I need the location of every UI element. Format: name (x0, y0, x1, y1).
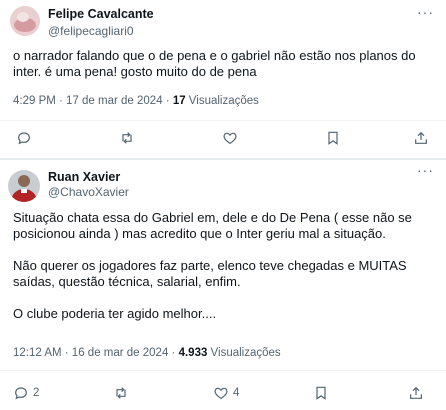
tweet-text-line: posicionou ainda ) mas acredito que o In… (13, 226, 386, 241)
timestamp-row: 12:12 AM · 16 de mar de 2024 · 4.933 Vis… (13, 347, 281, 359)
tweet-text-line: Situação chata essa do Gabriel em, dele … (13, 210, 412, 225)
reply-icon (18, 132, 30, 145)
reply-count: 2 (33, 387, 40, 399)
tweet-text-line: inter. é uma pena! gosto muito do de pen… (13, 64, 257, 79)
views-label: Visualizações (207, 347, 281, 359)
retweet-icon (122, 132, 132, 144)
like-button[interactable]: 4 (213, 385, 239, 401)
tweet-text: Situação chata essa do Gabriel em, dele … (13, 210, 438, 322)
share-icon (410, 386, 422, 399)
reply-button[interactable]: 2 (13, 385, 39, 401)
handle[interactable]: @felipecagliari0 (48, 24, 134, 38)
like-count: 4 (233, 387, 240, 399)
tweet-ruan[interactable]: Ruan Xavier @ChavoXavier ··· Situação ch… (0, 160, 446, 410)
tweet-text: o narrador falando que o de pena e o gab… (13, 48, 438, 80)
reply-icon (15, 387, 27, 400)
retweet-icon (116, 387, 126, 399)
tweet-text-line: Não querer os jogadores faz parte, elenc… (13, 258, 407, 273)
divider (0, 120, 446, 121)
timestamp-row: 4:29 PM · 17 de mar de 2024 · 17 Visuali… (13, 95, 259, 107)
avatar[interactable] (8, 170, 40, 202)
display-name[interactable]: Ruan Xavier (48, 170, 120, 184)
retweet-button[interactable] (113, 385, 129, 401)
avatar[interactable] (10, 6, 40, 36)
reply-button[interactable] (16, 130, 32, 146)
bookmark-button[interactable] (325, 130, 341, 146)
views-count: 17 (172, 95, 186, 107)
heart-icon (214, 387, 228, 400)
timestamp[interactable]: 12:12 AM · 16 de mar de 2024 · (13, 347, 179, 359)
display-name[interactable]: Felipe Cavalcante (48, 7, 154, 21)
heart-icon (223, 132, 237, 145)
like-button[interactable] (222, 130, 238, 146)
retweet-button[interactable] (119, 130, 135, 146)
more-icon[interactable]: ··· (417, 4, 434, 20)
more-icon[interactable]: ··· (417, 162, 434, 178)
tweet-text-line: o narrador falando que o de pena e o gab… (13, 48, 416, 63)
views-count: 4.933 (178, 347, 208, 359)
tweet-felipe[interactable]: Felipe Cavalcante @felipecagliari0 ··· o… (0, 0, 446, 158)
bookmark-icon (316, 386, 326, 400)
views-label: Visualizações (185, 95, 259, 107)
timestamp[interactable]: 4:29 PM · 17 de mar de 2024 · (13, 95, 173, 107)
divider (0, 370, 446, 371)
share-button[interactable] (413, 130, 429, 146)
tweet-text-line: O clube poderia ter agido melhor.... (13, 306, 217, 321)
share-button[interactable] (408, 385, 424, 401)
bookmark-button[interactable] (313, 385, 329, 401)
share-icon (415, 131, 427, 144)
bookmark-icon (328, 131, 338, 145)
tweet-text-line: saídas, questão técnica, salarial, enfim… (13, 274, 241, 289)
handle[interactable]: @ChavoXavier (48, 185, 129, 199)
